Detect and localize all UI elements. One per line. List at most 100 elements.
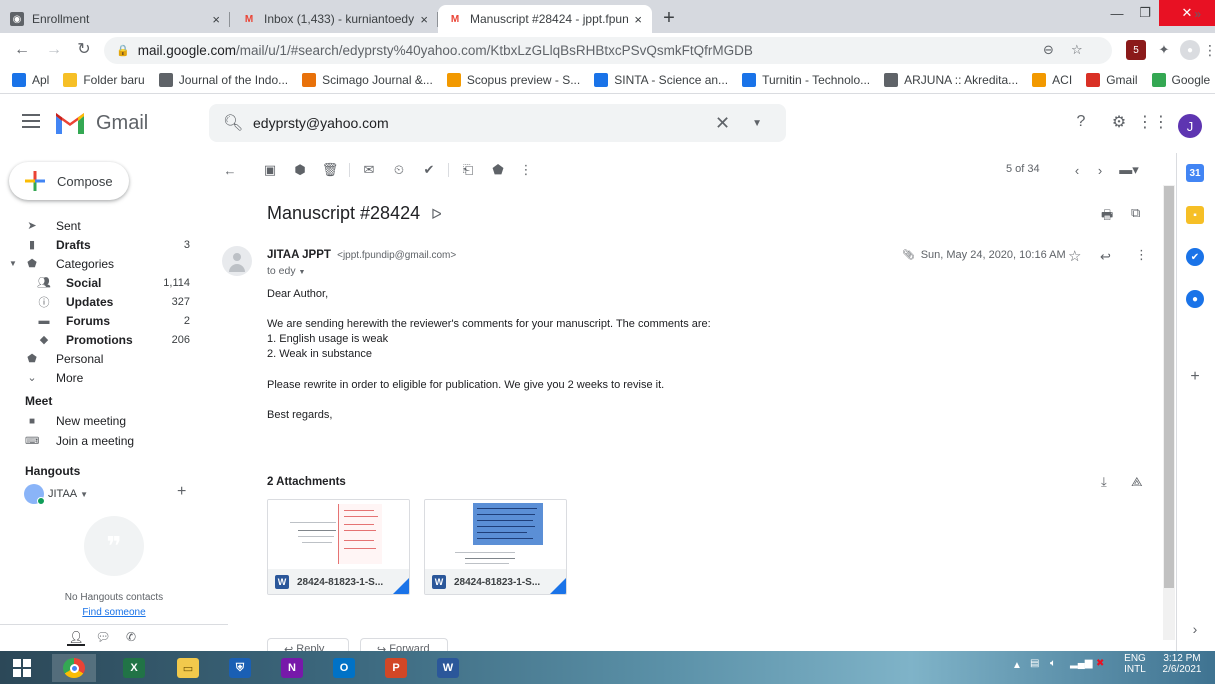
keep-icon[interactable]: ▪ xyxy=(1186,206,1204,224)
back-arrow-icon[interactable]: ← xyxy=(12,40,32,60)
language-indicator[interactable]: ENG INTL xyxy=(1122,653,1148,675)
apps-grid-icon[interactable]: ⋮⋮ xyxy=(1137,110,1169,134)
minimize-icon[interactable]: — xyxy=(1103,0,1131,26)
search-bar[interactable]: 🔍︎ edyprsty@yahoo.com ✕ ▼ xyxy=(209,104,786,142)
attachment-card[interactable]: W 28424-81823-1-S... xyxy=(424,499,567,595)
tab-close-icon[interactable]: × xyxy=(634,12,642,27)
sidebar-item-updates[interactable]: ⓘ Updates 327 xyxy=(0,292,200,311)
help-icon[interactable]: ? xyxy=(1069,110,1093,134)
bookmark-item[interactable]: Scimago Journal &... xyxy=(302,73,433,87)
main-menu-icon[interactable] xyxy=(22,114,40,128)
bookmark-item[interactable]: Journal of the Indo... xyxy=(158,73,288,87)
join-meeting-link[interactable]: ⌨ Join a meeting xyxy=(25,432,134,450)
chrome-menu-icon[interactable]: ⋮ xyxy=(1200,40,1215,60)
tasks-icon[interactable]: ✔ xyxy=(1186,248,1204,266)
recipient-line[interactable]: to edy ▼ xyxy=(267,265,305,277)
word-taskbar-icon[interactable]: W xyxy=(426,654,470,682)
clock[interactable]: 3:12 PM 2/6/2021 xyxy=(1156,653,1208,675)
extension-icon[interactable]: 5 xyxy=(1126,40,1146,60)
profile-icon[interactable]: ● xyxy=(1180,40,1200,60)
forward-arrow-icon[interactable]: → xyxy=(44,40,64,60)
security-shield-icon[interactable]: ⛨ xyxy=(218,654,262,682)
contacts-icon[interactable]: ● xyxy=(1186,290,1204,308)
bookmark-star-icon[interactable]: ☆ xyxy=(1071,42,1083,58)
powerpoint-taskbar-icon[interactable]: P xyxy=(374,654,418,682)
tab-close-icon[interactable]: × xyxy=(420,12,428,27)
bookmark-item[interactable]: Apl xyxy=(12,73,49,87)
excel-taskbar-icon[interactable]: X xyxy=(112,654,156,682)
signal-icon[interactable]: ▂▄▆ xyxy=(1070,658,1092,669)
scrollbar-thumb[interactable] xyxy=(1164,186,1174,588)
move-to-icon[interactable]: ⎗ xyxy=(459,161,477,179)
conversation-icon[interactable]: 💬︎ xyxy=(94,630,112,646)
chevron-down-icon[interactable]: ▼ xyxy=(80,490,88,499)
search-input[interactable]: edyprsty@yahoo.com xyxy=(253,115,715,131)
delete-icon[interactable]: 🗑︎ xyxy=(321,161,339,179)
report-spam-icon[interactable]: ⬢ xyxy=(291,161,309,179)
tab-close-icon[interactable]: × xyxy=(212,12,220,27)
clear-search-icon[interactable]: ✕ xyxy=(715,113,730,134)
add-to-tasks-icon[interactable]: ✔ xyxy=(420,161,438,179)
bookmark-item[interactable]: Turnitin - Technolo... xyxy=(742,73,870,87)
outlook-taskbar-icon[interactable]: O xyxy=(322,654,366,682)
search-icon[interactable]: 🔍︎ xyxy=(223,113,243,133)
settings-gear-icon[interactable]: ⚙ xyxy=(1107,110,1131,134)
sidebar-item-sent[interactable]: ➤ Sent xyxy=(0,216,200,235)
add-hangout-icon[interactable]: + xyxy=(177,483,186,501)
chrome-taskbar-icon[interactable] xyxy=(52,654,96,682)
sidebar-item-personal[interactable]: ⬟ Personal xyxy=(0,349,200,368)
extensions-puzzle-icon[interactable]: ✦ xyxy=(1154,40,1174,60)
reply-icon[interactable]: ↩ xyxy=(1100,249,1111,265)
tab-manuscript[interactable]: M Manuscript #28424 - jppt.fpundi × xyxy=(438,5,652,33)
find-someone-link[interactable]: Find someone xyxy=(0,607,228,618)
restore-icon[interactable]: ❐ xyxy=(1131,0,1159,26)
gmail-logo-icon[interactable] xyxy=(54,110,86,136)
contacts-person-icon[interactable]: 👤︎ xyxy=(67,630,85,646)
network-icon[interactable]: ▤ xyxy=(1030,658,1039,669)
hangouts-user[interactable]: JITAA ▼ xyxy=(24,484,88,505)
reload-icon[interactable]: ↻ xyxy=(74,40,94,60)
new-tab-button[interactable]: + xyxy=(657,8,681,30)
sidebar-item-social[interactable]: 👥︎ Social 1,114 xyxy=(0,273,200,292)
sidebar-item-categories[interactable]: ▼ ⬟ Categories xyxy=(0,254,200,273)
windows-start-icon[interactable] xyxy=(0,654,44,682)
account-avatar[interactable]: J xyxy=(1178,114,1202,138)
print-icon[interactable]: 🖶 xyxy=(1101,206,1113,228)
chevron-down-icon[interactable]: ▼ xyxy=(299,269,306,276)
star-icon[interactable]: ☆ xyxy=(1068,247,1081,265)
zoom-icon[interactable]: ⊖ xyxy=(1043,42,1054,58)
phone-icon[interactable]: ✆ xyxy=(122,630,140,646)
file-explorer-icon[interactable]: ▭ xyxy=(166,654,210,682)
bookmark-item[interactable]: ARJUNA :: Akredita... xyxy=(884,73,1018,87)
calendar-icon[interactable]: 31 xyxy=(1186,164,1204,182)
compose-button[interactable]: Compose xyxy=(9,162,129,200)
tab-enrollment[interactable]: ◉ Enrollment × xyxy=(0,5,230,33)
show-side-panel-icon[interactable]: › xyxy=(1186,620,1204,638)
volume-icon[interactable]: 🔈︎ xyxy=(1050,658,1056,669)
sidebar-item-more[interactable]: ⌄ More xyxy=(0,368,200,387)
sidebar-item-forums[interactable]: ▬ Forums 2 xyxy=(0,311,200,330)
chevron-right-icon[interactable]: › xyxy=(1091,161,1109,179)
more-options-icon[interactable]: ⋮ xyxy=(1135,247,1148,263)
close-window-icon[interactable]: ✕ xyxy=(1159,0,1215,26)
open-new-window-icon[interactable]: ⧉ xyxy=(1131,205,1140,221)
bookmark-item[interactable]: Scopus preview - S... xyxy=(446,73,580,87)
bookmark-item[interactable]: ACI xyxy=(1032,73,1072,87)
bookmarks-overflow-icon[interactable]: » xyxy=(1194,7,1201,21)
important-marker-icon[interactable]: ᐅ xyxy=(431,206,442,223)
get-addons-icon[interactable]: + xyxy=(1186,368,1204,386)
chevron-left-icon[interactable]: ‹ xyxy=(1068,161,1086,179)
tray-overflow-icon[interactable]: ▲ xyxy=(1012,660,1022,671)
download-all-icon[interactable]: ⤓ xyxy=(1101,474,1107,490)
expand-caret-icon[interactable]: ▼ xyxy=(9,259,17,268)
attachment-card[interactable]: W 28424-81823-1-S... xyxy=(267,499,410,595)
bookmark-item[interactable]: Folder baru xyxy=(63,73,145,87)
search-options-icon[interactable]: ▼ xyxy=(752,118,762,129)
mark-unread-icon[interactable]: ✉ xyxy=(360,161,378,179)
save-to-drive-icon[interactable]: ⟁ xyxy=(1131,474,1143,490)
snooze-clock-icon[interactable]: ⏲ xyxy=(390,161,408,179)
more-actions-icon[interactable]: ⋮ xyxy=(517,161,535,179)
onenote-taskbar-icon[interactable]: N xyxy=(270,654,314,682)
input-tools-icon[interactable]: ▬▾ xyxy=(1116,161,1142,179)
label-as-icon[interactable]: ⬟ xyxy=(489,161,507,179)
